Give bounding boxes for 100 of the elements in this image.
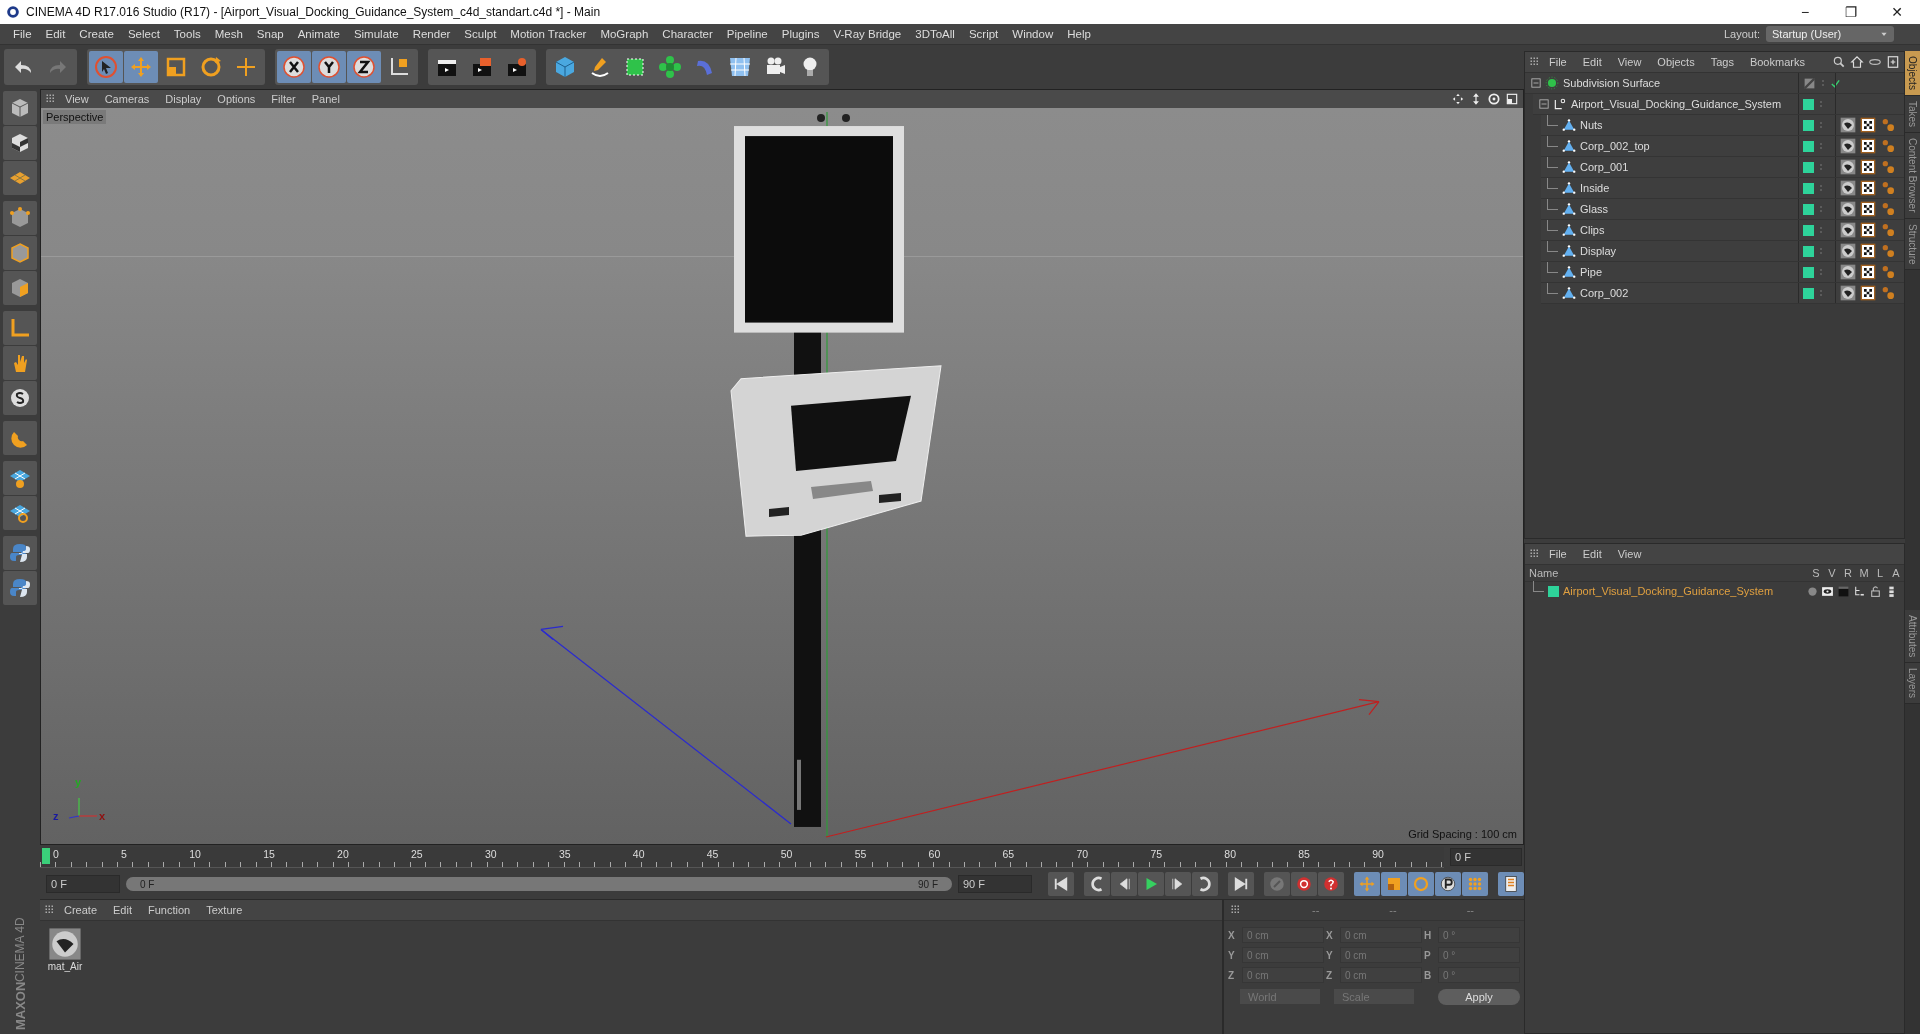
help-button[interactable] [1318,872,1344,896]
menu-item[interactable]: Options [209,93,264,105]
edges-cube-button[interactable] [3,236,37,270]
two-spheres-icon[interactable] [1880,138,1896,154]
layer-color-swatch[interactable] [1803,224,1814,236]
step-back-button[interactable] [1111,872,1137,896]
layer-color-swatch[interactable] [1803,182,1814,194]
side-tab[interactable]: Structure [1905,218,1920,271]
checker-icon[interactable] [1860,264,1876,280]
checker-icon[interactable] [1860,285,1876,301]
checker-icon[interactable] [1860,222,1876,238]
material-sphere-icon[interactable] [1840,222,1856,238]
restore-button[interactable]: ❐ [1828,0,1874,24]
material-swatch[interactable] [48,927,82,961]
layer-color-swatch[interactable] [1803,203,1814,215]
model-mode-button[interactable] [3,91,37,125]
previous-key-button[interactable] [1084,872,1110,896]
menu-item[interactable]: Sculpt [457,28,504,40]
polygons-cube-button[interactable] [3,271,37,305]
object-name[interactable]: Corp_002_top [1580,140,1650,152]
menu-item[interactable]: Edit [38,28,73,40]
menu-item[interactable]: Plugins [774,28,827,40]
dots-icon[interactable] [1817,226,1825,234]
start-frame-field[interactable]: 0 F [46,875,120,893]
end-frame-field[interactable]: 90 F [958,875,1032,893]
object-name[interactable]: Inside [1580,182,1610,194]
key-parameter-button[interactable] [1435,872,1461,896]
apply-button[interactable]: Apply [1438,989,1520,1005]
menu-item[interactable]: File [1541,548,1575,560]
maximize-icon[interactable] [1505,92,1519,106]
collapse-toggle-icon[interactable] [1539,99,1549,109]
object-name[interactable]: Subdivision Surface [1563,77,1661,89]
menu-item[interactable]: Window [1005,28,1061,40]
layer-color-swatch[interactable] [1548,585,1559,597]
hand-button[interactable] [3,346,37,380]
material-sphere-icon[interactable] [1840,138,1856,154]
home-icon[interactable] [1850,55,1864,69]
current-frame-field[interactable]: 0 F [1450,848,1522,866]
two-spheres-icon[interactable] [1880,159,1896,175]
search-icon[interactable] [1832,55,1846,69]
material-sphere-icon[interactable] [1840,159,1856,175]
dots-icon[interactable] [1817,100,1825,108]
python-button[interactable] [3,536,37,570]
menu-item[interactable]: View [1609,56,1650,68]
eye-icon[interactable] [1821,584,1834,598]
dots-icon[interactable] [1817,205,1825,213]
pan-icon[interactable] [1451,92,1465,106]
menu-item[interactable]: Pipeline [719,28,775,40]
menu-item[interactable]: Edit [105,904,140,916]
close-button[interactable]: ✕ [1874,0,1920,24]
menu-item[interactable]: Character [655,28,720,40]
menu-item[interactable]: V-Ray Bridge [826,28,909,40]
dots-icon[interactable] [1817,289,1825,297]
dots-icon[interactable] [1817,268,1825,276]
material-sphere-icon[interactable] [1840,243,1856,259]
side-tab[interactable]: Content Browser [1905,133,1920,219]
menu-item[interactable]: Snap [249,28,291,40]
solo-button[interactable] [3,381,37,415]
striped-square-icon[interactable] [1803,76,1816,90]
menu-item[interactable]: Mesh [207,28,250,40]
play-button[interactable] [1138,872,1164,896]
menu-item[interactable]: Cameras [96,93,158,105]
playhead-marker[interactable] [42,847,50,864]
object-name[interactable]: Clips [1580,224,1605,236]
grid-lock-button[interactable] [3,496,37,530]
points-cube-button[interactable] [3,201,37,235]
menu-item[interactable]: Function [140,904,199,916]
menu-item[interactable]: Panel [303,93,348,105]
minimize-button[interactable]: − [1782,0,1828,24]
checker-icon[interactable] [1860,159,1876,175]
menu-item[interactable]: Script [961,28,1006,40]
material-sphere-icon[interactable] [1840,201,1856,217]
dots-icon[interactable] [1817,121,1825,129]
hierarchy-icon[interactable] [1853,584,1866,598]
menu-item[interactable]: Help [1060,28,1098,40]
next-key-button[interactable] [1192,872,1218,896]
menu-item[interactable]: MoGraph [593,28,656,40]
side-tab[interactable]: Layers [1905,663,1920,705]
two-spheres-icon[interactable] [1880,180,1896,196]
menu-item[interactable]: Create [56,904,106,916]
menu-item[interactable]: Edit [1574,548,1610,560]
layer-color-swatch[interactable] [1803,245,1814,257]
last-frame-button[interactable] [1228,872,1254,896]
menu-item[interactable]: 3DToAll [908,28,962,40]
dots-icon[interactable] [1817,142,1825,150]
x-axis-button[interactable] [277,51,311,83]
dots-icon[interactable] [1817,184,1825,192]
menu-item[interactable]: Display [157,93,210,105]
arrow-cursor-button[interactable] [89,51,123,83]
lock-open-icon[interactable] [1869,584,1882,598]
menu-item[interactable]: Animate [290,28,347,40]
step-forward-button[interactable] [1165,872,1191,896]
layer-color-swatch[interactable] [1803,266,1814,278]
collapse-toggle-icon[interactable] [1531,78,1541,88]
two-spheres-icon[interactable] [1880,285,1896,301]
checker-icon[interactable] [1860,180,1876,196]
side-tab[interactable]: Objects [1905,51,1920,96]
layer-color-swatch[interactable] [1803,119,1814,131]
frame-range-slider[interactable] [126,877,952,891]
menu-item[interactable]: File [1541,56,1575,68]
